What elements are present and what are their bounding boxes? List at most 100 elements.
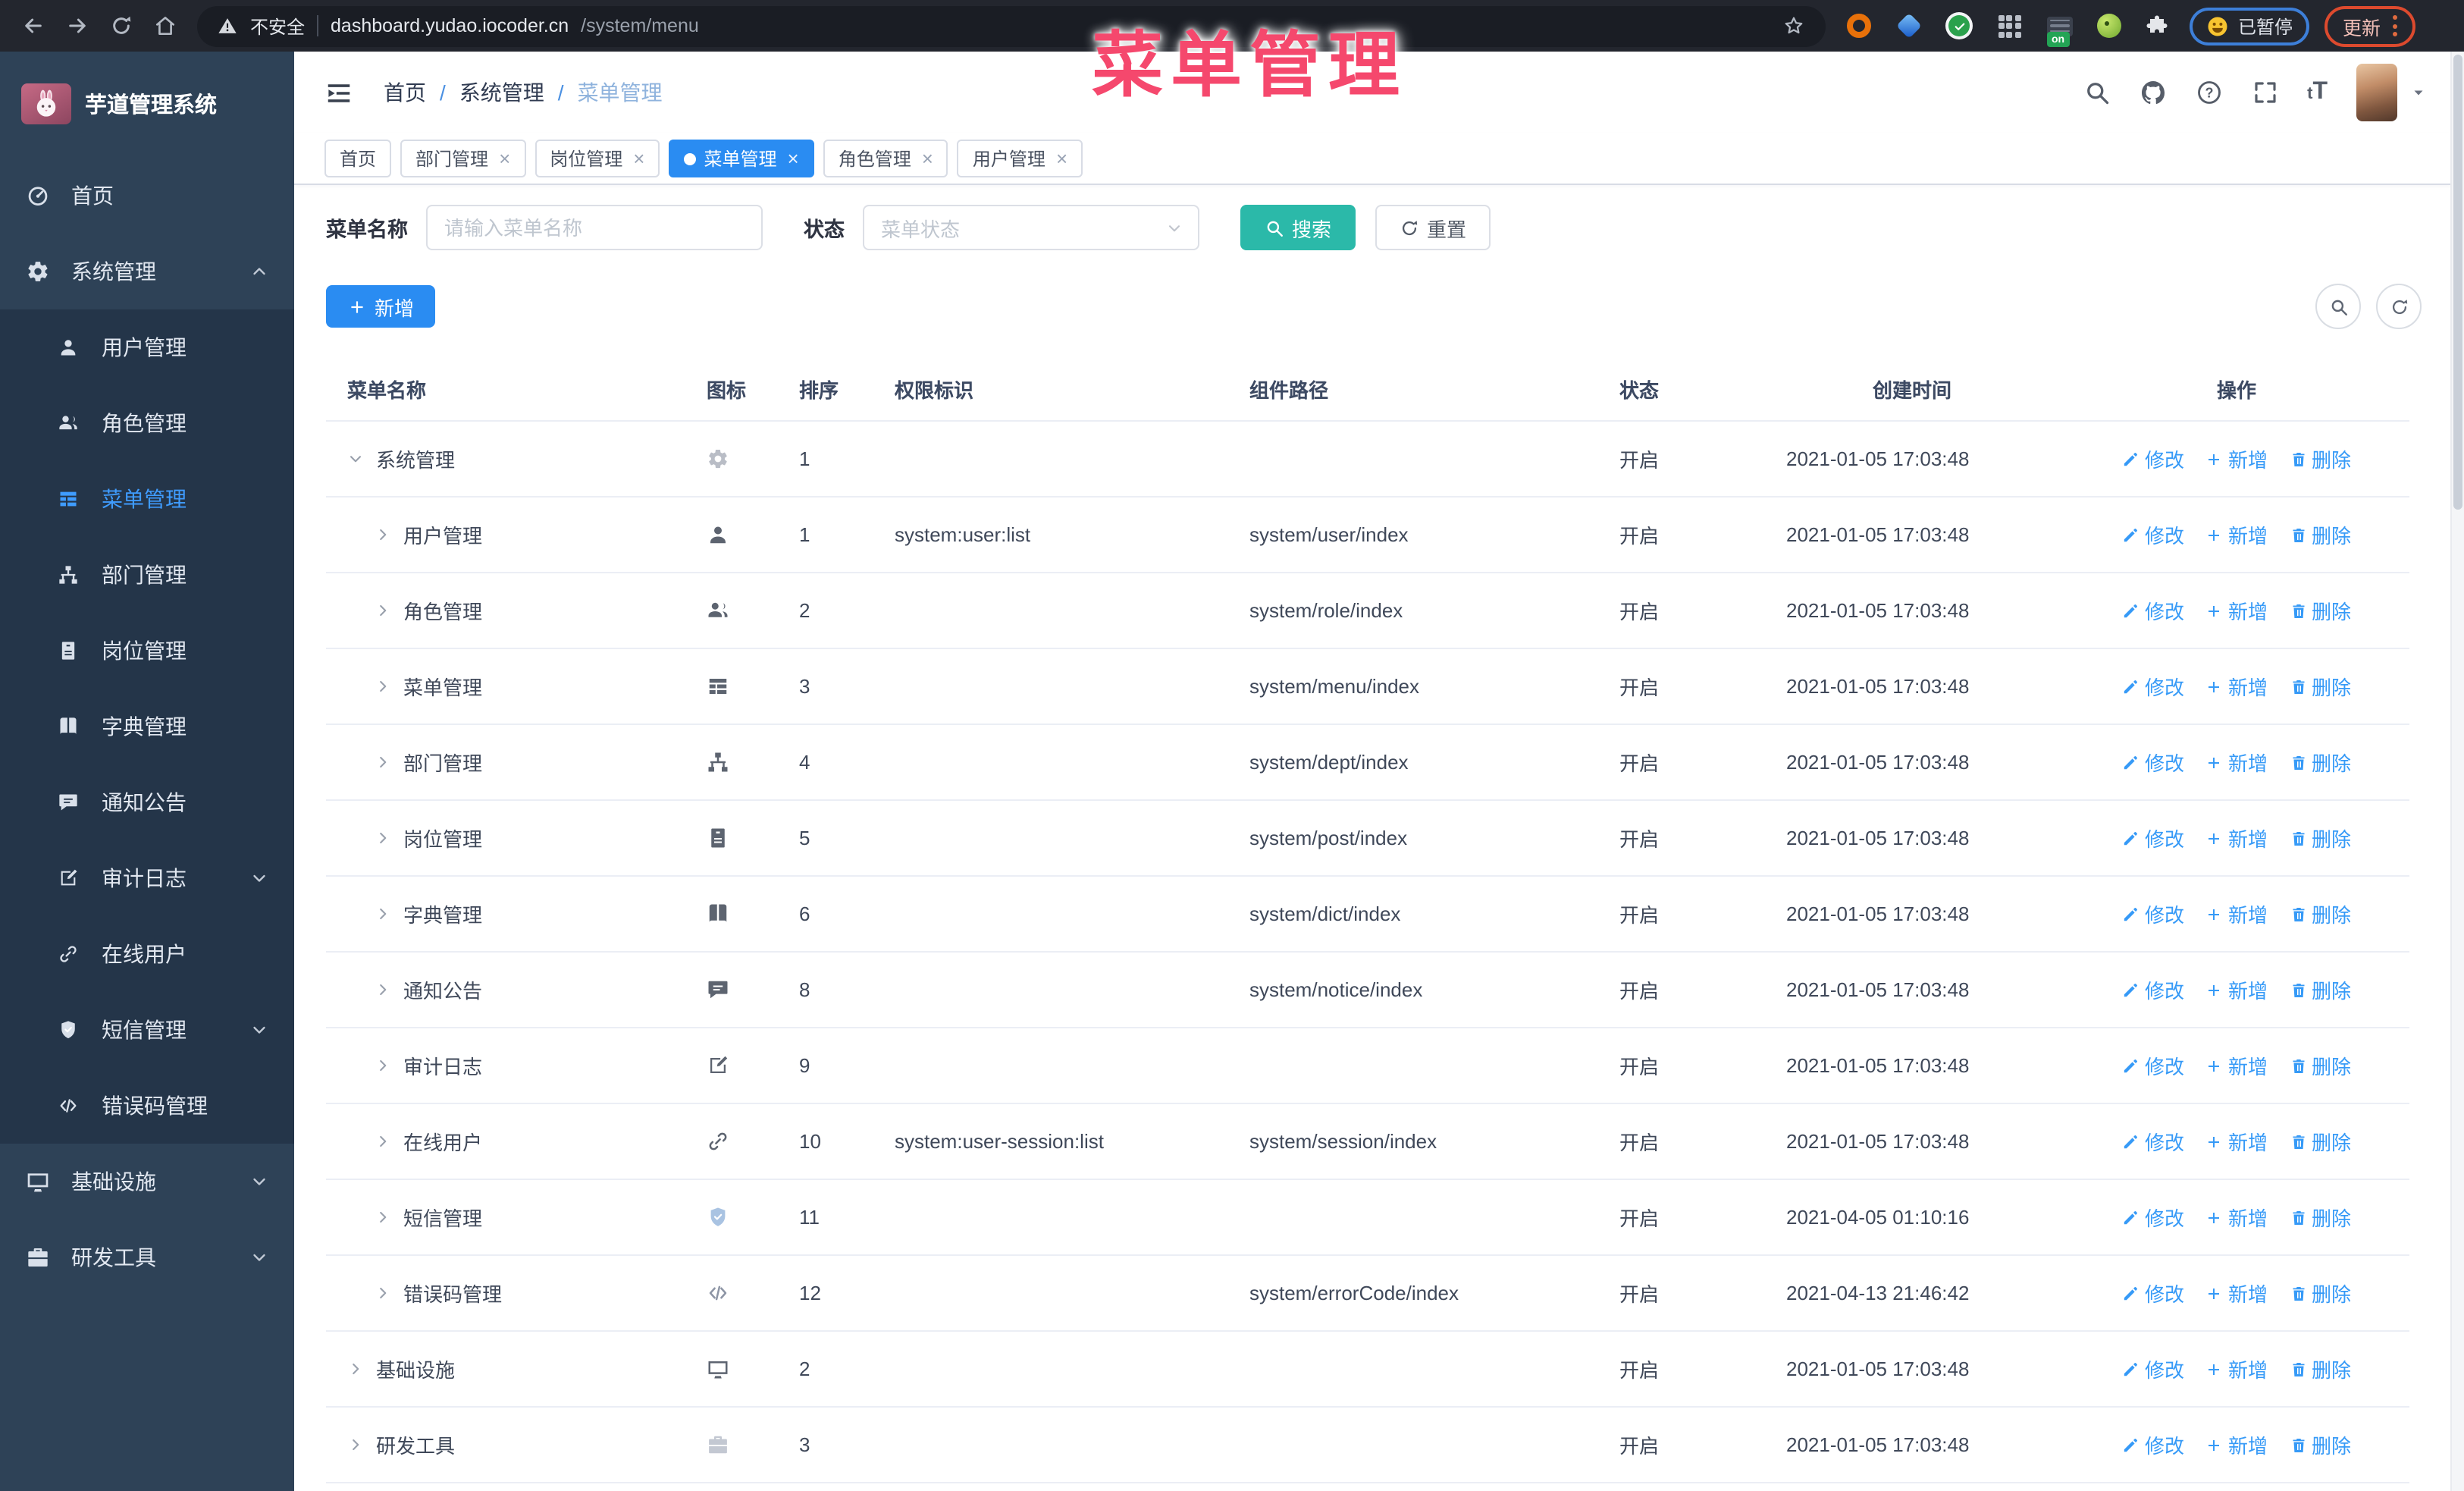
tab[interactable]: 岗位管理 × <box>534 140 660 177</box>
delete-link[interactable]: 删除 <box>2289 748 2351 777</box>
status-select[interactable]: 菜单状态 <box>863 205 1199 250</box>
add-link[interactable]: 新增 <box>2205 899 2268 928</box>
extension-gem-icon[interactable] <box>1894 11 1924 41</box>
edit-link[interactable]: 修改 <box>2122 672 2184 701</box>
tab-close-icon[interactable]: × <box>499 149 510 168</box>
expand-arrow-icon[interactable] <box>375 981 391 998</box>
extension-green-check-icon[interactable] <box>1944 11 1974 41</box>
tab[interactable]: 首页 × <box>324 140 392 177</box>
edit-link[interactable]: 修改 <box>2122 520 2184 549</box>
menu-name-input[interactable] <box>426 205 763 250</box>
tab[interactable]: 菜单管理 × <box>669 140 814 177</box>
edit-link[interactable]: 修改 <box>2122 1051 2184 1080</box>
edit-link[interactable]: 修改 <box>2122 1203 2184 1232</box>
browser-home-button[interactable] <box>144 5 185 46</box>
avatar[interactable] <box>2356 64 2397 121</box>
sidebar-item[interactable]: 错误码管理 <box>0 1068 294 1144</box>
delete-link[interactable]: 删除 <box>2289 1430 2351 1459</box>
add-link[interactable]: 新增 <box>2205 1127 2268 1156</box>
search-button[interactable]: 搜索 <box>1240 205 1356 250</box>
extension-frog-icon[interactable] <box>2094 11 2124 41</box>
refresh-table-button[interactable] <box>2376 284 2422 329</box>
toggle-search-button[interactable] <box>2315 284 2361 329</box>
add-link[interactable]: 新增 <box>2205 1354 2268 1383</box>
sidebar-item[interactable]: 通知公告 <box>0 764 294 840</box>
sidebar-item[interactable]: 审计日志 <box>0 840 294 916</box>
expand-arrow-icon[interactable] <box>375 830 391 846</box>
expand-arrow-icon[interactable] <box>375 754 391 771</box>
address-bar[interactable]: 不安全 dashboard.yudao.iocoder.cn/system/me… <box>197 5 1826 46</box>
expand-arrow-icon[interactable] <box>375 1209 391 1226</box>
expand-arrow-icon[interactable] <box>347 1361 364 1377</box>
add-link[interactable]: 新增 <box>2205 824 2268 852</box>
delete-link[interactable]: 删除 <box>2289 1279 2351 1307</box>
caret-down-icon[interactable] <box>2409 83 2428 102</box>
help-icon[interactable] <box>2195 79 2222 106</box>
edit-link[interactable]: 修改 <box>2122 1279 2184 1307</box>
delete-link[interactable]: 删除 <box>2289 975 2351 1004</box>
breadcrumb-system[interactable]: 系统管理 <box>459 77 544 108</box>
github-icon[interactable] <box>2139 79 2166 106</box>
sidebar-item[interactable]: 短信管理 <box>0 992 294 1068</box>
delete-link[interactable]: 删除 <box>2289 444 2351 473</box>
extension-dark-on-icon[interactable]: on <box>2044 11 2074 47</box>
sidebar-item[interactable]: 岗位管理 <box>0 613 294 689</box>
expand-arrow-icon[interactable] <box>375 1133 391 1150</box>
browser-menu-icon[interactable] <box>2393 15 2398 36</box>
sidebar-item[interactable]: 菜单管理 <box>0 461 294 537</box>
add-link[interactable]: 新增 <box>2205 520 2268 549</box>
delete-link[interactable]: 删除 <box>2289 1203 2351 1232</box>
browser-forward-button[interactable] <box>56 5 97 46</box>
edit-link[interactable]: 修改 <box>2122 1354 2184 1383</box>
tab-close-icon[interactable]: × <box>922 149 933 168</box>
fullscreen-icon[interactable] <box>2251 79 2278 106</box>
sidebar-item[interactable]: 研发工具 <box>0 1219 294 1295</box>
edit-link[interactable]: 修改 <box>2122 1127 2184 1156</box>
sidebar-item[interactable]: 在线用户 <box>0 916 294 992</box>
profile-paused-chip[interactable]: 已暂停 <box>2190 7 2310 45</box>
add-link[interactable]: 新增 <box>2205 444 2268 473</box>
delete-link[interactable]: 删除 <box>2289 596 2351 625</box>
add-link[interactable]: 新增 <box>2205 1430 2268 1459</box>
sidebar-item[interactable]: 系统管理 <box>0 234 294 309</box>
edit-link[interactable]: 修改 <box>2122 975 2184 1004</box>
sidebar-item[interactable]: 角色管理 <box>0 385 294 461</box>
edit-link[interactable]: 修改 <box>2122 748 2184 777</box>
tab[interactable]: 部门管理 × <box>400 140 526 177</box>
browser-back-button[interactable] <box>12 5 53 46</box>
delete-link[interactable]: 删除 <box>2289 1127 2351 1156</box>
sidebar-item[interactable]: 用户管理 <box>0 309 294 385</box>
expand-arrow-icon[interactable] <box>375 1285 391 1301</box>
expand-arrow-icon[interactable] <box>375 1057 391 1074</box>
tab-close-icon[interactable]: × <box>788 149 799 168</box>
edit-link[interactable]: 修改 <box>2122 596 2184 625</box>
expand-arrow-icon[interactable] <box>347 1436 364 1453</box>
edit-link[interactable]: 修改 <box>2122 444 2184 473</box>
add-link[interactable]: 新增 <box>2205 1203 2268 1232</box>
collapse-sidebar-icon[interactable] <box>324 78 353 107</box>
add-link[interactable]: 新增 <box>2205 975 2268 1004</box>
extension-grid-icon[interactable] <box>1994 11 2024 41</box>
add-link[interactable]: 新增 <box>2205 748 2268 777</box>
search-icon[interactable] <box>2083 79 2110 106</box>
breadcrumb-home[interactable]: 首页 <box>384 77 426 108</box>
browser-update-button[interactable]: 更新 <box>2324 5 2416 46</box>
delete-link[interactable]: 删除 <box>2289 1051 2351 1080</box>
sidebar-item[interactable]: 首页 <box>0 158 294 234</box>
app-logo[interactable]: 芋道管理系统 <box>0 52 294 143</box>
tab-close-icon[interactable]: × <box>1056 149 1067 168</box>
expand-arrow-icon[interactable] <box>375 906 391 922</box>
browser-reload-button[interactable] <box>100 5 141 46</box>
edit-link[interactable]: 修改 <box>2122 824 2184 852</box>
tab-close-icon[interactable]: × <box>633 149 644 168</box>
delete-link[interactable]: 删除 <box>2289 899 2351 928</box>
expand-arrow-icon[interactable] <box>375 678 391 695</box>
extension-donut-icon[interactable] <box>1844 11 1874 41</box>
font-size-icon[interactable]: tT <box>2307 80 2328 105</box>
expand-arrow-icon[interactable] <box>375 526 391 543</box>
sidebar-item[interactable]: 字典管理 <box>0 689 294 764</box>
reset-button[interactable]: 重置 <box>1375 205 1491 250</box>
edit-link[interactable]: 修改 <box>2122 899 2184 928</box>
delete-link[interactable]: 删除 <box>2289 824 2351 852</box>
delete-link[interactable]: 删除 <box>2289 1354 2351 1383</box>
